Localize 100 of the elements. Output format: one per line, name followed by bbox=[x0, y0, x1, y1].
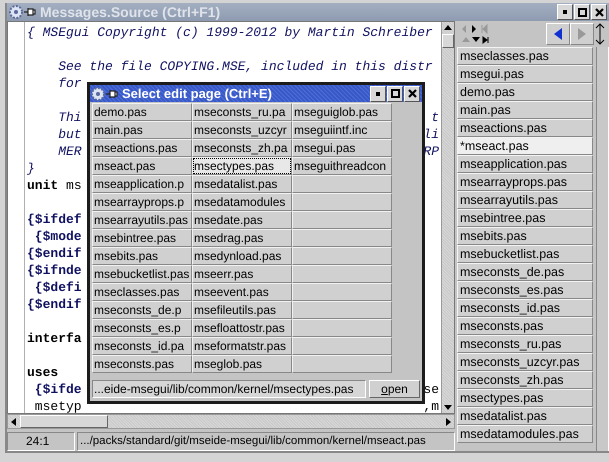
file-cell[interactable]: main.pas bbox=[92, 121, 192, 139]
file-cell[interactable]: mseclasses.pas bbox=[92, 283, 192, 301]
cursor-position: 24:1 bbox=[7, 432, 75, 451]
file-cell[interactable]: msedrag.pas bbox=[192, 229, 292, 247]
close-button[interactable] bbox=[404, 86, 420, 102]
file-cell[interactable]: msebits.pas bbox=[92, 247, 192, 265]
page-list-item[interactable]: main.pas bbox=[457, 101, 593, 119]
file-path: .../packs/standard/git/mseide-msegui/lib/common/kernel/mseact.pas bbox=[77, 432, 455, 451]
maximize-icon bbox=[578, 8, 586, 16]
page-list-item[interactable]: msebucketlist.pas bbox=[457, 245, 593, 263]
resize-icon[interactable] bbox=[594, 23, 606, 45]
open-button[interactable]: open bbox=[369, 380, 420, 398]
scrollbar-thumb[interactable] bbox=[20, 415, 108, 428]
file-cell[interactable]: msedynload.pas bbox=[192, 247, 292, 265]
page-list-item[interactable]: *mseact.pas bbox=[457, 137, 593, 155]
close-icon bbox=[594, 8, 604, 16]
page-list-item[interactable]: mseconsts_es.pas bbox=[457, 281, 593, 299]
page-list-item[interactable]: mseconsts_uzcyr.pas bbox=[457, 353, 593, 371]
code-line: msetyp bbox=[34, 398, 82, 413]
file-cell[interactable]: mseconsts_ru.pa bbox=[192, 103, 292, 121]
page-list-item[interactable]: mseconsts.pas bbox=[457, 317, 593, 335]
file-cell[interactable]: demo.pas bbox=[92, 103, 192, 121]
minimize-icon bbox=[561, 8, 569, 16]
file-cell[interactable]: mseconsts_uzcyr bbox=[192, 121, 292, 139]
page-list-item[interactable]: msearrayprops.pas bbox=[457, 173, 593, 191]
code-line: for bbox=[57, 75, 82, 92]
close-button[interactable] bbox=[591, 4, 607, 20]
code-line: {$ifde bbox=[34, 381, 82, 398]
file-cell[interactable]: mseglob.pas bbox=[192, 355, 292, 373]
file-cell[interactable]: mseconsts.pas bbox=[92, 355, 192, 373]
code-fragment: t bbox=[431, 109, 439, 126]
code-line: {$ifdef bbox=[27, 211, 82, 228]
code-fragment: se bbox=[423, 381, 439, 398]
code-line: {$ifnde bbox=[27, 262, 82, 279]
vertical-scrollbar[interactable] bbox=[441, 22, 454, 413]
maximize-button[interactable] bbox=[574, 4, 590, 20]
pin-icon bbox=[106, 88, 118, 100]
page-list-item[interactable]: msebits.pas bbox=[457, 227, 593, 245]
file-cell[interactable]: mseconsts_es.p bbox=[92, 319, 192, 337]
code-line: {$endif bbox=[27, 296, 82, 313]
scrollbar-thumb[interactable] bbox=[442, 34, 454, 48]
page-list-item[interactable]: mseactions.pas bbox=[457, 119, 593, 137]
file-cell[interactable]: mseconsts_de.p bbox=[92, 301, 192, 319]
file-cell[interactable]: msedatalist.pas bbox=[192, 175, 292, 193]
page-list-item[interactable]: msedatalist.pas bbox=[457, 407, 593, 425]
gear-icon bbox=[9, 5, 23, 19]
page-list-item[interactable]: mseconsts_ru.pas bbox=[457, 335, 593, 353]
page-list-item[interactable]: mseconsts_de.pas bbox=[457, 263, 593, 281]
code-line: uses bbox=[27, 364, 58, 381]
page-list-item[interactable]: demo.pas bbox=[457, 83, 593, 101]
code-line: unit ms bbox=[27, 177, 82, 194]
minimize-button[interactable] bbox=[557, 4, 573, 20]
back-button[interactable] bbox=[546, 23, 570, 45]
code-line: but bbox=[57, 126, 82, 143]
file-cell[interactable]: msedate.pas bbox=[192, 211, 292, 229]
maximize-button[interactable] bbox=[387, 86, 403, 102]
page-list-item[interactable]: msebintree.pas bbox=[457, 209, 593, 227]
minimize-button[interactable] bbox=[370, 86, 386, 102]
file-cell[interactable]: msedatamodules bbox=[192, 193, 292, 211]
file-cell[interactable]: msefileutils.pas bbox=[192, 301, 292, 319]
path-field[interactable]: ...eide-msegui/lib/common/kernel/msectypes.pas bbox=[92, 380, 366, 398]
page-list-item[interactable]: mseclasses.pas bbox=[457, 47, 593, 65]
page-list-item[interactable]: msearrayutils.pas bbox=[457, 191, 593, 209]
window-title: Messages.Source (Ctrl+F1) bbox=[40, 4, 220, 20]
file-cell[interactable]: mseconsts_zh.pa bbox=[192, 139, 292, 157]
close-icon bbox=[408, 89, 416, 98]
file-cell[interactable]: mseconsts_id.pa bbox=[92, 337, 192, 355]
file-cell[interactable]: mseevent.pas bbox=[192, 283, 292, 301]
file-cell[interactable]: mseerr.pas bbox=[192, 265, 292, 283]
page-list-item[interactable]: mseapplication.pas bbox=[457, 155, 593, 173]
maximize-icon bbox=[390, 89, 400, 98]
page-list-item[interactable]: msectypes.pas bbox=[457, 389, 593, 407]
page-list-item[interactable]: msegui.pas bbox=[457, 65, 593, 83]
code-line: MER bbox=[57, 143, 82, 160]
page-list-item[interactable]: msedatamodules.pas bbox=[457, 425, 593, 443]
page-list-item[interactable]: mseconsts_zh.pas bbox=[457, 371, 593, 389]
right-arrow-icon bbox=[576, 27, 588, 41]
code-fragment: li bbox=[423, 126, 439, 143]
minimize-icon bbox=[374, 90, 382, 98]
file-cell[interactable]: msearrayutils.pas bbox=[92, 211, 192, 229]
file-cell[interactable]: mseact.pas bbox=[92, 157, 192, 175]
file-cell[interactable]: msearrayprops.p bbox=[92, 193, 192, 211]
file-cell[interactable]: msectypes.pas bbox=[192, 157, 292, 175]
file-cell[interactable]: mseactions.pas bbox=[92, 139, 192, 157]
file-cell[interactable]: msebucketlist.pas bbox=[92, 265, 192, 283]
horizontal-scrollbar[interactable] bbox=[7, 414, 455, 429]
file-cell[interactable]: msegui.pas bbox=[292, 139, 392, 157]
file-cell[interactable]: mseguithreadcon bbox=[292, 157, 392, 175]
pin-icon bbox=[24, 6, 36, 18]
page-list-item[interactable]: mseconsts_id.pas bbox=[457, 299, 593, 317]
dialog-title: Select edit page (Ctrl+E) bbox=[122, 86, 272, 101]
file-cell[interactable]: msefloattostr.pas bbox=[192, 319, 292, 337]
file-cell[interactable]: mseformatstr.pas bbox=[192, 337, 292, 355]
code-line: {$defi bbox=[34, 279, 82, 296]
code-line: {$mode bbox=[34, 228, 82, 245]
file-cell[interactable]: mseapplication.p bbox=[92, 175, 192, 193]
file-cell[interactable]: msebintree.pas bbox=[92, 229, 192, 247]
code-line: interfa bbox=[27, 330, 82, 347]
file-cell[interactable]: mseguiglob.pas bbox=[292, 103, 392, 121]
file-cell[interactable]: mseguiintf.inc bbox=[292, 121, 392, 139]
